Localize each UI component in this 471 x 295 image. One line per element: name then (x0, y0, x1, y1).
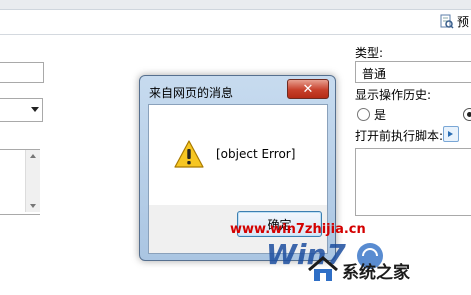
dialog-body: [object Error] (149, 105, 327, 205)
history-label: 显示操作历史: (355, 88, 432, 102)
dialog-title: 来自网页的消息 (149, 86, 234, 100)
warning-icon (174, 140, 204, 168)
toolbar (0, 10, 471, 35)
history-yes-radio[interactable] (357, 108, 370, 121)
script-help-button[interactable] (443, 126, 459, 142)
left-text-input[interactable] (0, 62, 44, 83)
watermark-house-icon (306, 254, 340, 287)
script-textarea[interactable] (355, 148, 471, 216)
type-label: 类型: (355, 46, 384, 60)
scroll-arrows-icon (30, 154, 36, 208)
type-select-value: 普通 (362, 67, 387, 81)
preview-button[interactable]: 预 (440, 11, 471, 31)
history-yes-label: 是 (374, 108, 387, 122)
history-no-radio[interactable] (463, 108, 471, 121)
chevron-down-icon (31, 107, 39, 112)
close-icon: ✕ (302, 81, 314, 97)
dialog-message: [object Error] (216, 147, 296, 161)
left-select[interactable] (0, 98, 43, 122)
top-toolbar-strip (0, 0, 471, 10)
left-textarea-scrollbar[interactable] (25, 150, 40, 212)
type-select[interactable]: 普通 (355, 61, 471, 83)
arrow-right-icon (448, 131, 453, 137)
close-button[interactable]: ✕ (287, 79, 329, 99)
preview-icon (440, 14, 454, 29)
script-label: 打开前执行脚本: (355, 129, 444, 143)
watermark-brand: 系统之家 (342, 263, 410, 283)
preview-label: 预 (456, 14, 469, 29)
